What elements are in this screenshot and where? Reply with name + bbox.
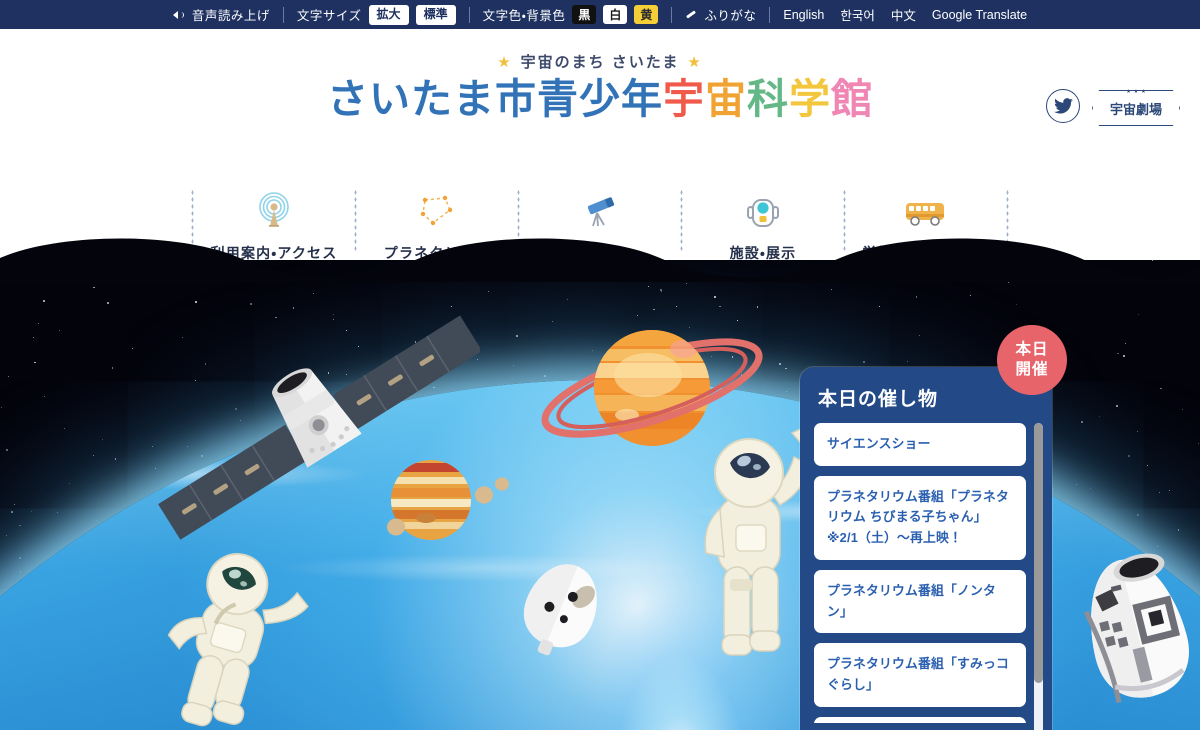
lang-korean[interactable]: 한국어 — [840, 5, 875, 24]
tagline: ★ 宇宙のまち さいたま ★ — [0, 51, 1200, 72]
furigana-label: ふりがな — [704, 9, 757, 23]
panel-scrollbar-track[interactable] — [1034, 423, 1043, 730]
language-group: English 한국어 中文 Google Translate — [783, 5, 1027, 24]
logo-char: 少 — [579, 76, 621, 122]
accessibility-toolbar: 音声読み上げ 文字サイズ 拡大 標準 文字色・背景色 黒 白 黄 ふりがな En… — [0, 0, 1200, 29]
text-size-group: 文字サイズ 拡大 標準 — [296, 4, 456, 25]
space-theater-label: 宇宙劇場 — [1109, 101, 1162, 117]
panel-scrollbar-thumb[interactable] — [1034, 423, 1043, 683]
logo-char: 科 — [747, 76, 789, 122]
todays-events-panel: 本日 開催 本日の催し物 サイエンスショー プラネタリウム番組「プラネタリウム … — [800, 325, 1067, 730]
capsule-right — [1083, 553, 1189, 703]
pencil-icon — [685, 9, 697, 21]
event-item[interactable]: プラネタリウム番組「プラネタリウム ちびまる子ちゃん」※2/1（土）〜再上映！ — [814, 475, 1026, 560]
logo-char: 年 — [621, 76, 663, 122]
page-root: 音声読み上げ 文字サイズ 拡大 標準 文字色・背景色 黒 白 黄 ふりがな En… — [0, 0, 1200, 730]
site-logo[interactable]: ★ 宇宙のまち さいたま ★ さいたま市青少年宇宙科学館 — [0, 51, 1200, 121]
speaker-icon — [172, 9, 185, 21]
logo-char: さ — [327, 76, 369, 122]
wave-divider — [0, 238, 1200, 282]
lang-english[interactable]: English — [783, 8, 824, 22]
furigana-button[interactable]: ふりがな — [685, 5, 756, 24]
logo-char: い — [369, 76, 411, 122]
telescope-icon — [580, 191, 620, 233]
logo-char: 宙 — [705, 76, 747, 122]
event-item[interactable]: サイエンスショー — [814, 423, 1026, 466]
speech-readout-label: 音声読み上げ — [191, 9, 270, 23]
logo-wordmark: さいたま市青少年宇宙科学館 — [0, 76, 1200, 122]
divider — [769, 6, 771, 23]
divider — [671, 6, 673, 23]
logo-char: 館 — [831, 76, 873, 122]
text-size-label: 文字サイズ — [296, 9, 362, 23]
social-links: ٭ ٭ ٭ 宇宙劇場 — [1046, 86, 1180, 126]
divider — [282, 6, 284, 23]
today-badge-line2: 開催 — [1015, 361, 1049, 378]
robot-icon — [743, 191, 783, 233]
google-translate-link[interactable]: Google Translate — [932, 8, 1027, 22]
lang-chinese[interactable]: 中文 — [891, 5, 916, 24]
star-icon-right: ★ — [687, 53, 703, 71]
logo-char: た — [411, 76, 453, 122]
capsule-center — [523, 564, 597, 656]
color-scheme-label: 文字色・背景色 — [482, 9, 566, 23]
tagline-text: 宇宙のまち さいたま — [520, 54, 680, 71]
logo-char: 学 — [789, 76, 831, 122]
antenna-icon — [254, 191, 294, 233]
event-item[interactable]: プラネタリウム番組「ＭＭＸ — [814, 716, 1026, 723]
constellation-icon — [417, 191, 457, 233]
divider — [468, 6, 470, 23]
today-badge: 本日 開催 — [997, 325, 1067, 395]
event-item[interactable]: プラネタリウム番組「ノンタン」 — [814, 569, 1026, 634]
star-icon-left: ★ — [497, 53, 513, 71]
events-list: サイエンスショー プラネタリウム番組「プラネタリウム ちびまる子ちゃん」※2/1… — [814, 423, 1026, 723]
space-theater-badge[interactable]: ٭ ٭ ٭ 宇宙劇場 — [1092, 86, 1180, 126]
hero-space-illustration: 本日 開催 本日の催し物 サイエンスショー プラネタリウム番組「プラネタリウム … — [0, 255, 1200, 730]
astronaut-floating — [167, 553, 309, 727]
color-white-button[interactable]: 白 — [603, 5, 628, 24]
today-badge-line1: 本日 — [1015, 341, 1049, 359]
site-header: ★ 宇宙のまち さいたま ★ さいたま市青少年宇宙科学館 ٭ ٭ ٭ 宇宙劇場 — [0, 29, 1200, 261]
speech-readout-button[interactable]: 音声読み上げ — [172, 5, 270, 24]
text-size-standard-button[interactable]: 標準 — [415, 4, 456, 25]
text-size-large-button[interactable]: 拡大 — [368, 4, 409, 25]
bus-icon — [903, 191, 949, 233]
logo-char: 宇 — [663, 76, 705, 122]
color-yellow-button[interactable]: 黄 — [634, 5, 659, 24]
color-black-button[interactable]: 黒 — [572, 5, 597, 24]
logo-char: 市 — [495, 76, 537, 122]
jupiter-planet — [387, 460, 509, 540]
color-scheme-group: 文字色・背景色 黒 白 黄 — [483, 5, 659, 24]
twitter-icon[interactable] — [1046, 89, 1080, 123]
logo-char: 青 — [537, 76, 579, 122]
event-item[interactable]: プラネタリウム番組「すみっコぐらし」 — [814, 643, 1026, 707]
logo-char: ま — [453, 76, 495, 122]
